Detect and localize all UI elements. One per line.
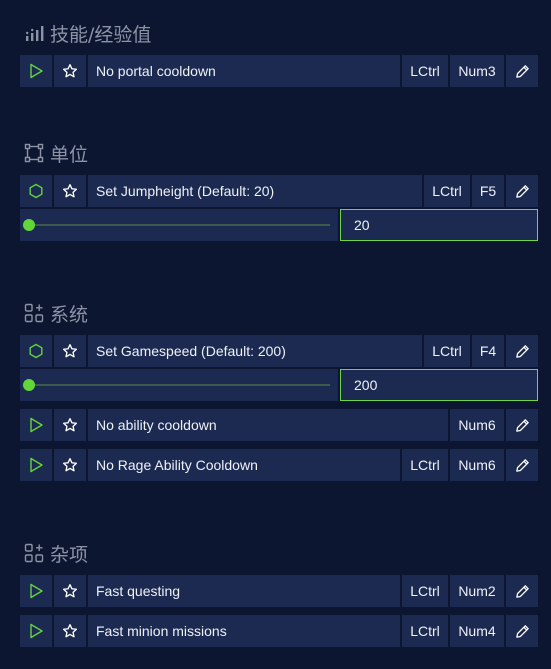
pencil-icon xyxy=(515,344,529,358)
pencil-icon xyxy=(515,184,529,198)
hotkey-key[interactable]: Num2 xyxy=(450,575,504,607)
section-header-misc: 杂项 xyxy=(24,540,88,566)
gamespeed-slider-row xyxy=(20,369,538,401)
slider-value-input[interactable] xyxy=(340,369,538,401)
cheat-name: Fast questing xyxy=(88,575,400,607)
hotkey-key[interactable]: Num6 xyxy=(450,409,504,441)
jumpheight-slider-row xyxy=(20,209,538,241)
play-icon xyxy=(30,623,43,639)
section-header-system: 系统 xyxy=(24,300,88,326)
star-icon xyxy=(62,624,78,638)
cheat-name: No portal cooldown xyxy=(88,55,400,87)
star-icon xyxy=(62,418,78,432)
cheat-name: Fast minion missions xyxy=(88,615,400,647)
list-item: Fast questing LCtrl Num2 xyxy=(20,575,538,607)
list-item: No ability cooldown Num6 xyxy=(20,409,538,441)
hotkey-key[interactable]: Num3 xyxy=(450,55,504,87)
slider[interactable] xyxy=(20,369,338,401)
grid-plus-icon xyxy=(24,543,44,563)
hotkey-modifier[interactable]: LCtrl xyxy=(424,335,470,367)
hexagon-icon xyxy=(29,183,43,199)
unit-nodes-icon xyxy=(24,143,44,163)
hotkey-modifier[interactable]: LCtrl xyxy=(402,615,448,647)
star-icon xyxy=(62,458,78,472)
hexagon-icon xyxy=(29,343,43,359)
activate-button[interactable] xyxy=(20,575,52,607)
pencil-icon xyxy=(515,64,529,78)
slider-value-input[interactable] xyxy=(340,209,538,241)
slider-track xyxy=(28,224,330,226)
star-icon xyxy=(62,344,78,358)
list-item: Set Gamespeed (Default: 200) LCtrl F4 xyxy=(20,335,538,367)
list-item: No portal cooldown LCtrl Num3 xyxy=(20,55,538,87)
section-title: 技能/经验值 xyxy=(50,23,152,46)
hotkey-modifier[interactable]: LCtrl xyxy=(402,55,448,87)
bar-chart-icon xyxy=(26,26,44,41)
pencil-icon xyxy=(515,458,529,472)
edit-button[interactable] xyxy=(506,449,538,481)
section-header-skills: 技能/经验值 xyxy=(24,20,151,46)
pencil-icon xyxy=(515,584,529,598)
section-title: 单位 xyxy=(50,143,89,166)
play-icon xyxy=(30,583,43,599)
activate-button[interactable] xyxy=(20,335,52,367)
play-icon xyxy=(30,417,43,433)
star-icon xyxy=(62,64,78,78)
cheat-name: No Rage Ability Cooldown xyxy=(88,449,400,481)
hotkey-modifier[interactable]: LCtrl xyxy=(424,175,470,207)
edit-button[interactable] xyxy=(506,615,538,647)
play-icon xyxy=(30,63,43,79)
cheat-name: Set Gamespeed (Default: 200) xyxy=(88,335,422,367)
favorite-button[interactable] xyxy=(54,409,86,441)
grid-plus-icon xyxy=(24,303,44,323)
favorite-button[interactable] xyxy=(54,55,86,87)
hotkey-modifier[interactable]: LCtrl xyxy=(402,449,448,481)
edit-button[interactable] xyxy=(506,335,538,367)
pencil-icon xyxy=(515,624,529,638)
hotkey-modifier[interactable]: LCtrl xyxy=(402,575,448,607)
favorite-button[interactable] xyxy=(54,575,86,607)
hotkey-key[interactable]: F4 xyxy=(472,335,504,367)
favorite-button[interactable] xyxy=(54,615,86,647)
section-title: 系统 xyxy=(50,303,89,326)
favorite-button[interactable] xyxy=(54,175,86,207)
list-item: Fast minion missions LCtrl Num4 xyxy=(20,615,538,647)
play-icon xyxy=(30,457,43,473)
favorite-button[interactable] xyxy=(54,335,86,367)
list-item: Set Jumpheight (Default: 20) LCtrl F5 xyxy=(20,175,538,207)
slider-thumb[interactable] xyxy=(23,219,35,231)
hotkey-key[interactable]: F5 xyxy=(472,175,504,207)
edit-button[interactable] xyxy=(506,55,538,87)
hotkey-key[interactable]: Num6 xyxy=(450,449,504,481)
edit-button[interactable] xyxy=(506,175,538,207)
activate-button[interactable] xyxy=(20,409,52,441)
activate-button[interactable] xyxy=(20,449,52,481)
pencil-icon xyxy=(515,418,529,432)
favorite-button[interactable] xyxy=(54,449,86,481)
section-header-unit: 单位 xyxy=(24,140,88,166)
edit-button[interactable] xyxy=(506,409,538,441)
slider-thumb[interactable] xyxy=(23,379,35,391)
star-icon xyxy=(62,184,78,198)
hotkey-key[interactable]: Num4 xyxy=(450,615,504,647)
cheat-name: Set Jumpheight (Default: 20) xyxy=(88,175,422,207)
section-title: 杂项 xyxy=(50,543,89,566)
list-item: No Rage Ability Cooldown LCtrl Num6 xyxy=(20,449,538,481)
slider-track xyxy=(28,384,330,386)
edit-button[interactable] xyxy=(506,575,538,607)
activate-button[interactable] xyxy=(20,175,52,207)
cheat-name: No ability cooldown xyxy=(88,409,448,441)
star-icon xyxy=(62,584,78,598)
activate-button[interactable] xyxy=(20,55,52,87)
activate-button[interactable] xyxy=(20,615,52,647)
slider[interactable] xyxy=(20,209,338,241)
